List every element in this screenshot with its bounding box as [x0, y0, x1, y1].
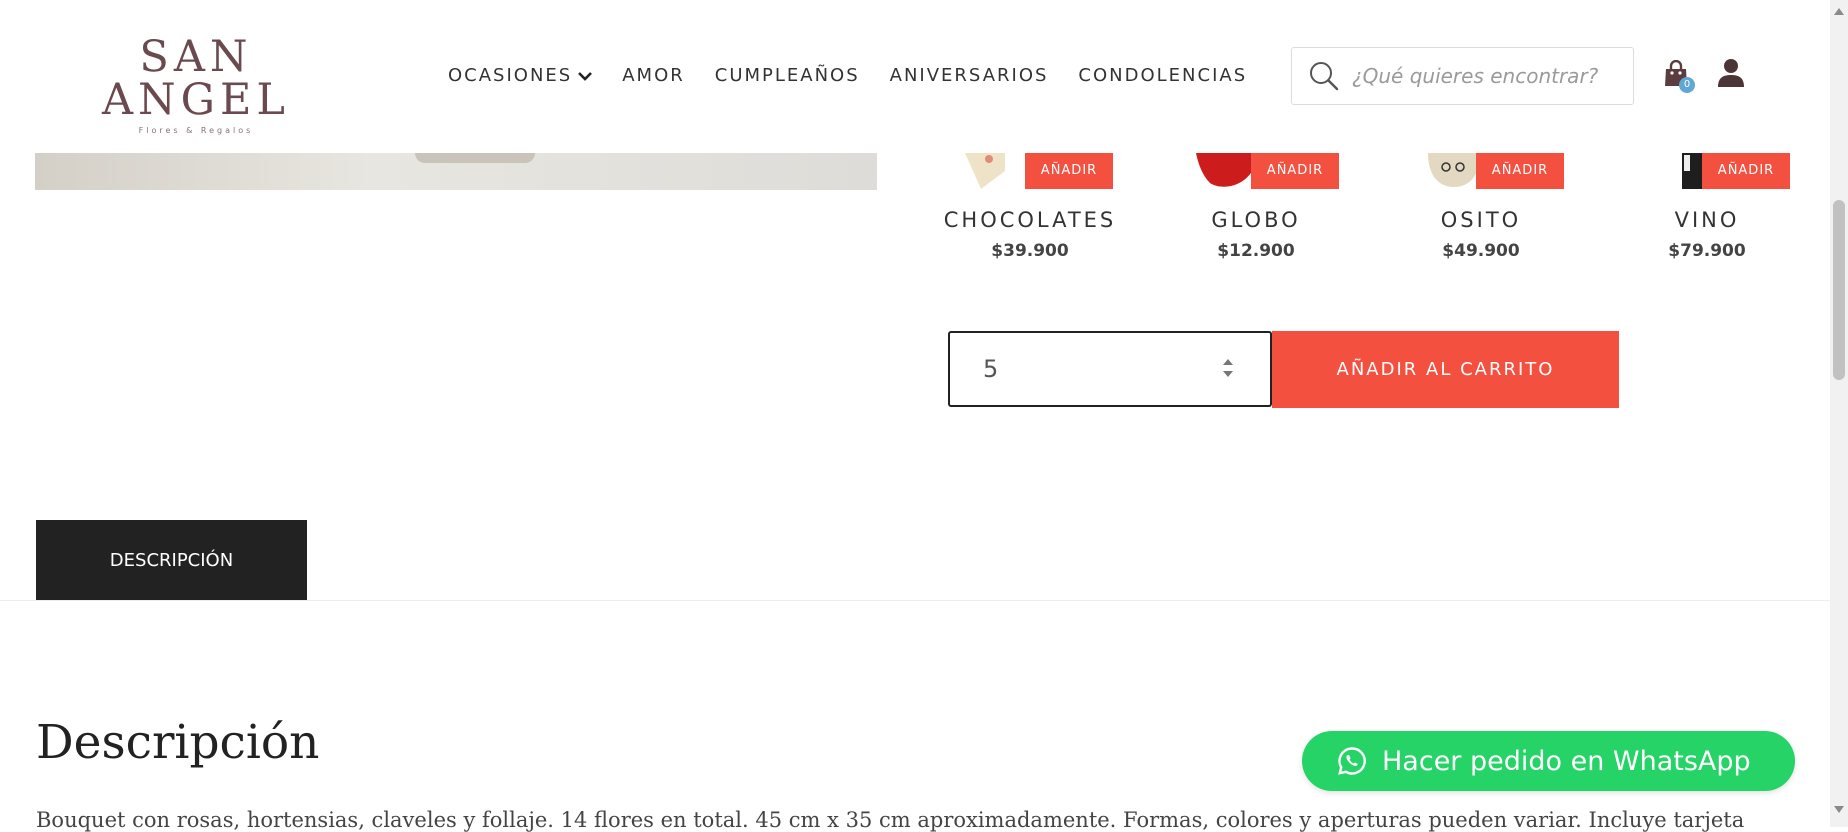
vino-thumbnail — [1682, 153, 1702, 189]
addon-name: VINO — [1674, 208, 1740, 232]
addon-name: CHOCOLATES — [943, 208, 1117, 232]
nav-item-label: CUMPLEAÑOS — [714, 65, 860, 86]
chocolates-thumbnail — [965, 153, 1005, 189]
nav-item-cumpleanos[interactable]: CUMPLEAÑOS — [715, 65, 860, 86]
whatsapp-order-button[interactable]: Hacer pedido en WhatsApp — [1302, 731, 1795, 791]
addon-price: $12.900 — [1217, 241, 1295, 261]
logo-subtitle: Flores & Regalos — [138, 126, 254, 135]
scroll-up-arrow-icon[interactable] — [1834, 8, 1844, 15]
osito-thumbnail — [1428, 153, 1480, 187]
caret-up-icon[interactable] — [1222, 357, 1234, 367]
nav-item-amor[interactable]: AMOR — [622, 65, 685, 86]
addon-card-vino: AÑADIR VINO $79.900 — [1597, 153, 1797, 273]
nav-item-ocasiones[interactable]: OCASIONES — [448, 65, 593, 86]
logo[interactable]: SAN ANGEL Flores & Regalos — [66, 32, 326, 136]
addon-name: GLOBO — [1211, 208, 1301, 232]
description-text: Bouquet con rosas, hortensias, claveles … — [36, 808, 1745, 832]
caret-down-icon[interactable] — [1222, 369, 1234, 379]
nav-item-label: CONDOLENCIAS — [1078, 65, 1248, 86]
description-heading: Descripción — [36, 715, 320, 770]
product-image — [35, 153, 877, 190]
addon-price: $39.900 — [991, 241, 1069, 261]
quantity-spinner[interactable] — [1222, 357, 1234, 379]
search-icon[interactable] — [1308, 60, 1340, 92]
addon-price: $79.900 — [1668, 241, 1746, 261]
chevron-down-icon — [578, 71, 593, 81]
nav-item-condolencias[interactable]: CONDOLENCIAS — [1078, 65, 1247, 86]
cart-button[interactable]: 0 — [1663, 59, 1695, 93]
quantity-input[interactable] — [981, 354, 1185, 384]
add-osito-button[interactable]: AÑADIR — [1476, 153, 1564, 189]
search-box — [1291, 47, 1634, 105]
cart-count-badge: 0 — [1679, 77, 1695, 93]
logo-title: SAN ANGEL — [102, 32, 290, 125]
tabs-divider — [0, 600, 1830, 601]
site-header: SAN ANGEL Flores & Regalos OCASIONES AMO… — [0, 0, 1830, 153]
tab-description[interactable]: DESCRIPCIÓN — [36, 520, 307, 600]
whatsapp-icon — [1338, 747, 1366, 775]
quantity-stepper — [948, 331, 1272, 407]
nav-item-label: AMOR — [622, 65, 685, 86]
account-button[interactable] — [1717, 58, 1745, 92]
nav-item-label: ANIVERSARIOS — [889, 65, 1049, 86]
scroll-thumb[interactable] — [1833, 200, 1845, 380]
nav-item-label: OCASIONES — [448, 65, 573, 86]
scrollbar[interactable] — [1830, 0, 1848, 827]
add-vino-button[interactable]: AÑADIR — [1702, 153, 1790, 189]
product-image-shade — [415, 153, 535, 163]
search-input[interactable] — [1350, 63, 1614, 89]
addon-price: $49.900 — [1442, 241, 1520, 261]
addon-card-osito: AÑADIR OSITO $49.900 — [1371, 153, 1571, 273]
addon-name: OSITO — [1440, 208, 1522, 232]
user-icon — [1718, 59, 1744, 87]
addon-card-chocolates: AÑADIR CHOCOLATES $39.900 — [920, 153, 1120, 273]
whatsapp-button-label: Hacer pedido en WhatsApp — [1382, 745, 1751, 777]
addon-card-globo: AÑADIR GLOBO $12.900 — [1146, 153, 1346, 273]
globo-thumbnail — [1196, 153, 1256, 187]
scroll-down-arrow-icon[interactable] — [1834, 806, 1844, 813]
nav-item-aniversarios[interactable]: ANIVERSARIOS — [890, 65, 1049, 86]
add-to-cart-button[interactable]: AÑADIR AL CARRITO — [1272, 331, 1619, 408]
add-chocolates-button[interactable]: AÑADIR — [1025, 153, 1113, 189]
main-nav: OCASIONES AMOR CUMPLEAÑOS ANIVERSARIOS C… — [448, 65, 1277, 86]
add-globo-button[interactable]: AÑADIR — [1251, 153, 1339, 189]
